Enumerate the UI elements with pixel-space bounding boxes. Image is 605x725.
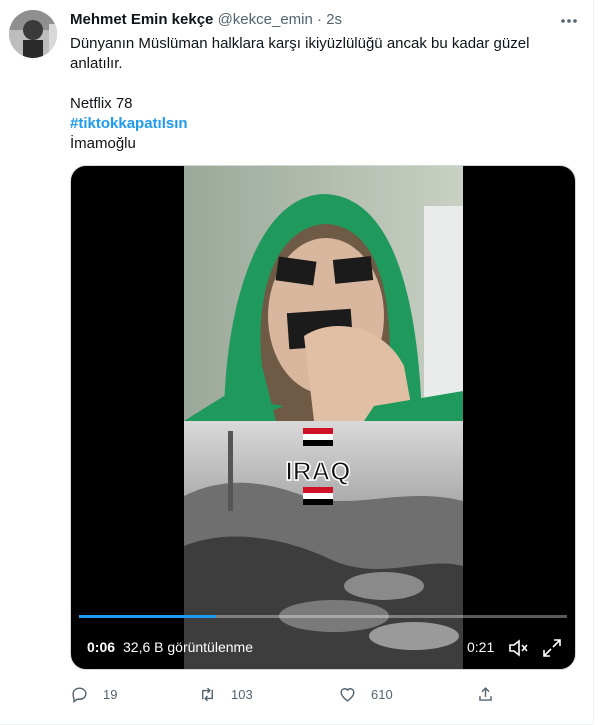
tweet-text: Dünyanın Müslüman halklara karşı ikiyüzl…	[70, 34, 570, 154]
author-handle[interactable]: @kekce_emin	[218, 11, 313, 28]
tweet-text-line: Netflix 78	[70, 95, 133, 112]
video-views: 32,6 B görüntülenme	[123, 639, 253, 655]
video-overlay-text: IRAQ	[286, 456, 351, 486]
video-progress-fill	[79, 615, 216, 618]
tweet-time[interactable]: 2s	[326, 11, 342, 28]
mute-icon[interactable]	[507, 637, 529, 659]
tweet-card[interactable]: Mehmet Emin kekçe @kekce_emin · 2s Dünya…	[0, 0, 593, 725]
column-border	[593, 0, 594, 724]
separator: ·	[317, 11, 323, 28]
share-button[interactable]	[476, 683, 509, 705]
reply-icon	[72, 686, 87, 703]
avatar[interactable]	[9, 10, 57, 58]
fullscreen-icon[interactable]	[541, 637, 563, 659]
iraq-flag-icon	[303, 428, 333, 446]
like-icon	[340, 687, 355, 702]
like-count: 610	[371, 686, 393, 702]
more-icon[interactable]	[558, 10, 580, 32]
author-name[interactable]: Mehmet Emin kekçe	[70, 11, 213, 28]
tweet-text-line: anlatılır.	[70, 55, 123, 72]
reply-count: 19	[103, 686, 118, 702]
share-icon	[479, 686, 492, 701]
retweet-count: 103	[231, 686, 253, 702]
tweet-header: Mehmet Emin kekçe @kekce_emin · 2s	[70, 11, 342, 28]
retweet-icon	[202, 687, 213, 701]
reply-button[interactable]: 19	[70, 683, 117, 705]
iraq-flag-icon	[303, 487, 333, 505]
video-progress-bar[interactable]	[79, 615, 567, 618]
tweet-actions: 19 103 610	[70, 683, 550, 705]
tweet-text-line: Dünyanın Müslüman halklara karşı ikiyüzl…	[70, 35, 530, 52]
video-frame: IRAQ	[184, 166, 463, 669]
like-button[interactable]: 610	[338, 683, 393, 705]
video-current-time: 0:06	[87, 639, 116, 655]
retweet-button[interactable]: 103	[198, 683, 253, 705]
video-duration: 0:21	[467, 639, 495, 655]
video-player[interactable]: IRAQ 0:06 32,6 B görüntülenme 0:21	[70, 165, 576, 670]
tweet-text-line: İmamoğlu	[70, 135, 136, 152]
hashtag-link[interactable]: #tiktokkapatılsın	[70, 114, 570, 134]
